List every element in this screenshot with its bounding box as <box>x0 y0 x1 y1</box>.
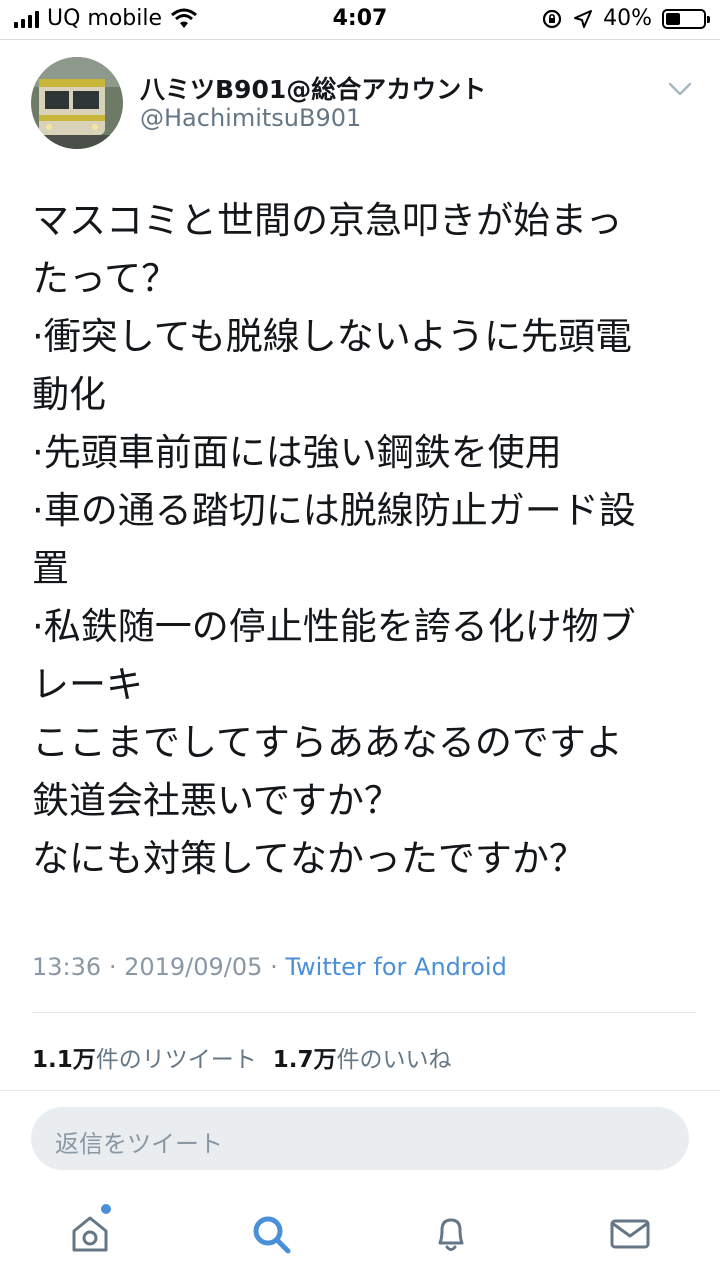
tweet-line: たって？ <box>32 257 179 300</box>
header-divider <box>0 39 720 40</box>
tweet-meta: 13:36 · 2019/09/05 · Twitter for Android <box>32 953 507 981</box>
location-icon <box>574 9 593 28</box>
tweet-line: ·先頭車前面には強い鋼鉄を使用 <box>32 431 562 474</box>
tweet-line: ·私鉄随一の停止性能を誇る化け物ブ <box>32 605 636 648</box>
search-icon[interactable] <box>249 1212 293 1256</box>
tweet-line: なにも対策してなかったですか？ <box>32 837 586 880</box>
tweet-line: 動化 <box>32 373 106 416</box>
notification-dot <box>101 1204 111 1214</box>
battery-icon <box>662 8 710 29</box>
chevron-down-icon[interactable] <box>666 78 694 100</box>
tweet-stats: 1.1万件のリツイート 1.7万件のいいね <box>32 1040 452 1074</box>
like-count: 1.7万 <box>272 1047 337 1073</box>
retweet-count: 1.1万 <box>32 1047 96 1073</box>
tweet-line: ここまでしてすらああなるのですよ <box>32 721 623 764</box>
reply-placeholder: 返信をツイート <box>55 1130 223 1158</box>
status-right: 40% <box>541 6 710 31</box>
tweet-line: 置 <box>32 547 69 590</box>
display-name[interactable]: 八ミツB901@総合アカウント <box>140 70 486 106</box>
tweet-line: ·車の通る踏切には脱線防止ガード設 <box>32 489 636 532</box>
home-icon[interactable] <box>68 1212 112 1256</box>
avatar-train-image <box>31 57 123 149</box>
messages-icon[interactable] <box>608 1212 652 1256</box>
tweet-line: マスコミと世間の京急叩きが始まっ <box>32 199 623 242</box>
tweet-text: マスコミと世間の京急叩きが始まっ たって？ ·衝突しても脱線しないように先頭電 … <box>32 192 700 888</box>
reply-input[interactable]: 返信をツイート <box>31 1107 689 1170</box>
tweet-source-link[interactable]: Twitter for Android <box>285 953 506 981</box>
tweet-line: ·衝突しても脱線しないように先頭電 <box>32 315 633 358</box>
likes-stat[interactable]: 1.7万件のいいね <box>273 1047 452 1073</box>
retweet-label: 件のリツイート <box>95 1047 257 1073</box>
status-bar: UQ mobile 4:07 40% <box>0 0 720 40</box>
avatar[interactable] <box>31 57 123 149</box>
notifications-icon[interactable] <box>429 1212 473 1256</box>
battery-percent: 40% <box>603 6 652 31</box>
meta-separator: · <box>270 953 278 981</box>
retweets-stat[interactable]: 1.1万件のリツイート <box>32 1047 257 1073</box>
tweet-time: 13:36 <box>32 953 102 981</box>
tweet-line: レーキ <box>32 663 143 706</box>
meta-separator: · <box>108 953 117 981</box>
orientation-lock-icon <box>542 9 562 28</box>
like-label: 件のいいね <box>336 1047 452 1073</box>
tweet-date: 2019/09/05 <box>124 953 263 981</box>
user-handle[interactable]: @HachimitsuB901 <box>140 104 361 132</box>
tweet-line: 鉄道会社悪いですか？ <box>32 779 401 822</box>
divider <box>0 1090 720 1091</box>
divider <box>32 1012 696 1013</box>
